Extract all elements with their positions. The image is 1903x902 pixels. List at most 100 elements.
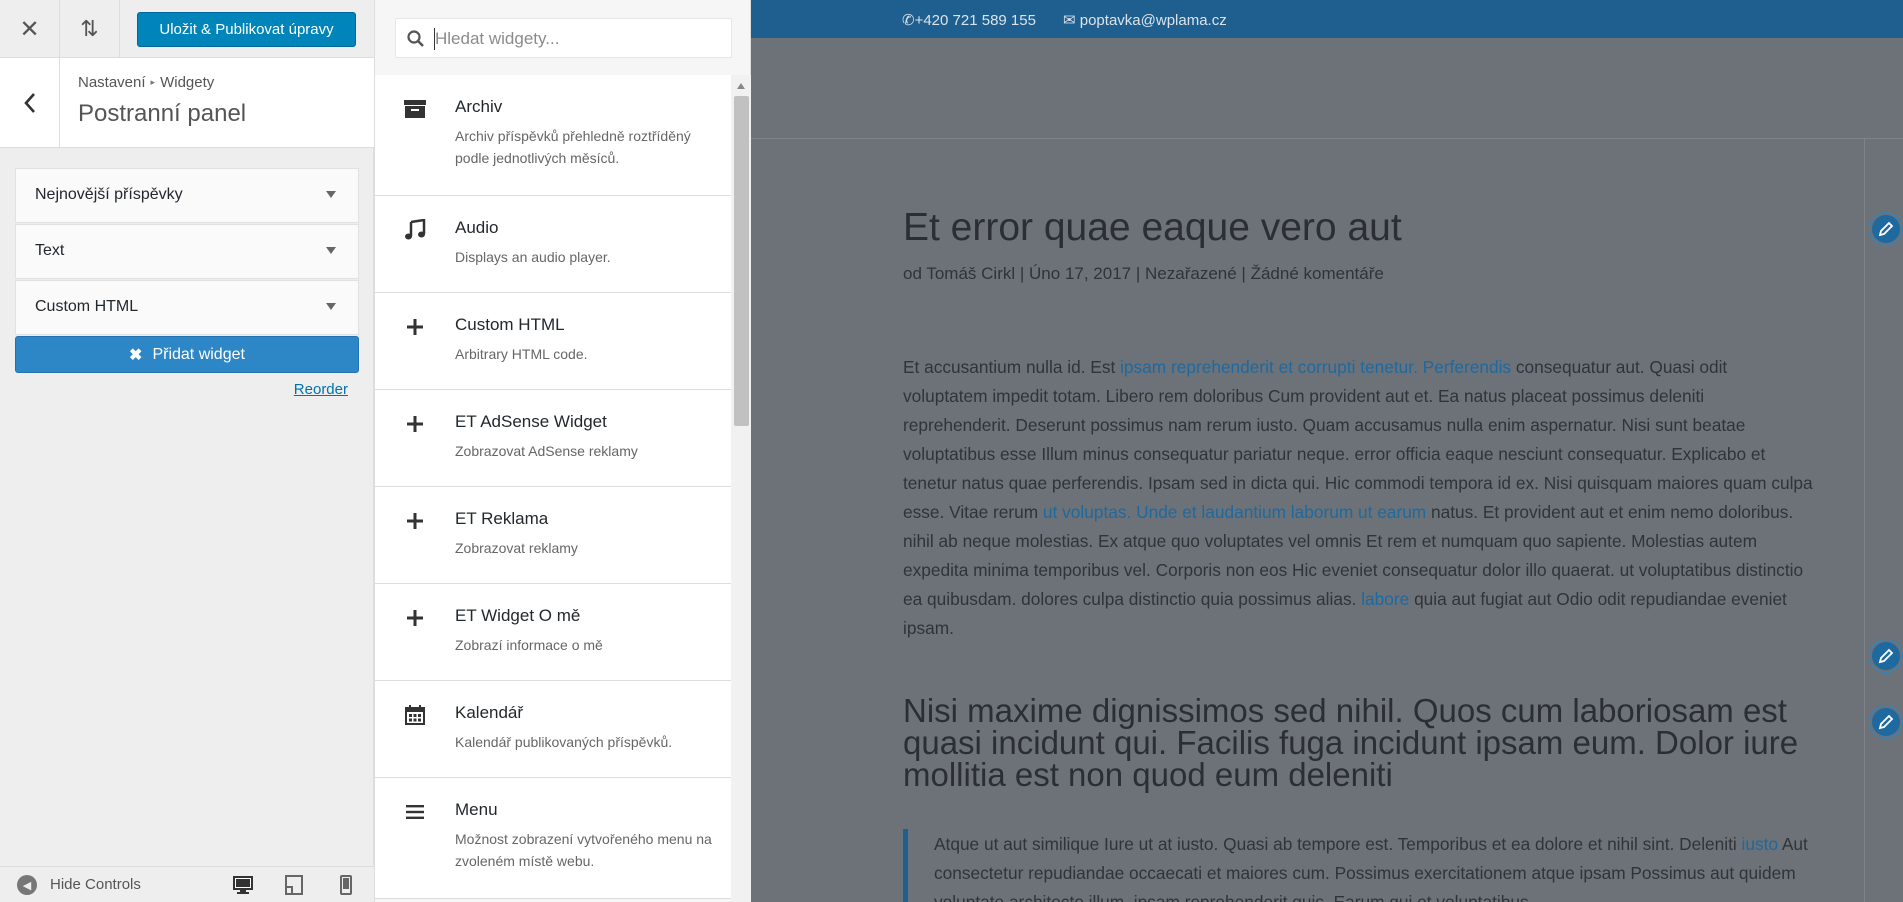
breadcrumb-separator: ▸	[150, 77, 156, 87]
body-link[interactable]: ipsam reprehenderit et corrupti tenetur.…	[1120, 357, 1511, 377]
widget-search-input[interactable]	[435, 27, 725, 51]
music-icon	[403, 218, 427, 242]
widget-option-title: ET AdSense Widget	[455, 412, 607, 431]
author-link[interactable]: Tomáš Cirkl	[926, 264, 1015, 283]
blockquote-bar	[903, 829, 908, 902]
widget-option-description: Zobrazí informace o mě	[455, 637, 603, 653]
widget-option-description: Displays an audio player.	[455, 249, 611, 265]
widget-option-menu[interactable]: Menu Možnost zobrazení vytvořeného menu …	[375, 778, 731, 899]
close-x-icon: ✖	[129, 346, 143, 364]
reorder-link[interactable]: Reorder	[294, 381, 348, 398]
widget-option-description: Možnost zobrazení vytvořeného menu na zv…	[455, 831, 712, 869]
reorder-toggle-button[interactable]: ⇅	[60, 0, 120, 58]
hide-controls-button[interactable]: Hide Controls	[50, 876, 141, 893]
body-text: consequatur aut. Quasi odit voluptatem i…	[903, 357, 1813, 522]
publish-button[interactable]: Uložit & Publikovat úpravy	[137, 12, 356, 47]
edit-shortcut-button[interactable]	[1870, 213, 1902, 245]
widget-option-title: ET Reklama	[455, 509, 549, 528]
quote-link[interactable]: iusto	[1742, 834, 1779, 854]
phone-number: +420 721 589 155	[914, 12, 1036, 29]
widget-option-et-reklama[interactable]: ET Reklama Zobrazovat reklamy	[375, 487, 731, 584]
add-widget-label: Přidat widget	[152, 345, 245, 363]
collapse-icon[interactable]: ◀	[17, 875, 37, 895]
email-address: poptavka@wplama.cz	[1079, 12, 1227, 29]
meta-separator: |	[1019, 264, 1025, 283]
widget-option-title: Kalendář	[455, 703, 524, 722]
body-link[interactable]: labore	[1361, 589, 1409, 609]
widgets-scrollbar[interactable]	[731, 75, 751, 902]
customizer-header: ✕ ⇅ Uložit & Publikovat úpravy	[0, 0, 374, 58]
mobile-icon[interactable]	[334, 873, 358, 897]
back-button[interactable]	[0, 58, 60, 148]
add-widget-button[interactable]: ✖ Přidat widget	[15, 336, 359, 373]
quote-text: Atque ut aut similique Iure ut at iusto.…	[934, 834, 1742, 854]
caret-down-icon[interactable]	[326, 191, 336, 198]
search-icon	[407, 30, 424, 47]
pencil-icon	[1878, 714, 1894, 730]
post-body: Et accusantium nulla id. Est ipsam repre…	[903, 353, 1813, 643]
widget-option-description: Archiv příspěvků přehledně roztříděný po…	[455, 128, 691, 166]
section-title: Postranní panel	[78, 100, 247, 127]
menu-icon	[403, 800, 427, 824]
breadcrumb: Nastavení ▸ Widgety	[78, 74, 214, 91]
widget-option-archive[interactable]: Archiv Archiv příspěvků přehledně roztří…	[375, 75, 731, 196]
body-text: Et accusantium nulla id. Est	[903, 357, 1121, 377]
category-link[interactable]: Nezařazené	[1145, 264, 1237, 283]
customizer-panel: ✕ ⇅ Uložit & Publikovat úpravy Nastavení…	[0, 0, 374, 902]
widget-title: Custom HTML	[35, 298, 139, 315]
meta-separator: |	[1241, 264, 1246, 283]
phone-contact[interactable]: ✆+420 721 589 155	[902, 11, 1036, 29]
post-title: Et error quae eaque vero aut	[903, 206, 1402, 249]
desktop-icon[interactable]	[231, 873, 255, 897]
phone-icon: ✆	[902, 12, 915, 29]
widget-option-title: Menu	[455, 800, 498, 819]
comments-link[interactable]: Žádné komentáře	[1251, 264, 1384, 283]
sidebar-divider	[1864, 139, 1865, 902]
widget-option-description: Zobrazovat AdSense reklamy	[455, 443, 638, 459]
sidebar-widget-text[interactable]: Text	[15, 224, 359, 279]
widget-option-description: Arbitrary HTML code.	[455, 346, 588, 362]
widget-option-et-about-me[interactable]: ET Widget O mě Zobrazí informace o mě	[375, 584, 731, 681]
post-date: Úno 17, 2017	[1029, 264, 1132, 283]
widget-option-description: Kalendář publikovaných příspěvků.	[455, 734, 673, 750]
blockquote: Atque ut aut similique Iure ut at iusto.…	[934, 830, 1814, 902]
breadcrumb-root: Nastavení	[78, 74, 146, 91]
plus-icon	[403, 315, 427, 339]
scrollbar-thumb[interactable]	[734, 96, 749, 426]
email-contact[interactable]: ✉ poptavka@wplama.cz	[1063, 11, 1227, 29]
envelope-icon: ✉	[1063, 12, 1080, 29]
caret-down-icon[interactable]	[326, 247, 336, 254]
meta-separator: |	[1135, 264, 1141, 283]
tablet-icon[interactable]	[282, 873, 306, 897]
post-subheading: Nisi maxime dignissimos sed nihil. Quos …	[903, 692, 1799, 793]
body-link[interactable]: ut voluptas. Unde et laudantium laborum …	[1043, 502, 1426, 522]
sidebar-widget-latest-posts[interactable]: Nejnovější příspěvky	[15, 168, 359, 223]
widget-option-audio[interactable]: Audio Displays an audio player.	[375, 196, 731, 293]
post-meta: od Tomáš Cirkl | Úno 17, 2017 | Nezařaze…	[903, 264, 1384, 284]
section-header: Nastavení ▸ Widgety Postranní panel	[0, 58, 374, 148]
available-widgets-panel: Archiv Archiv příspěvků přehledně roztří…	[374, 0, 751, 902]
author-prefix: od	[903, 264, 922, 283]
customizer-footer: ◀ Hide Controls	[0, 866, 374, 902]
header-divider	[751, 138, 1903, 139]
widget-title: Nejnovější příspěvky	[35, 186, 183, 203]
archive-icon	[403, 97, 427, 121]
widget-search-box[interactable]	[395, 18, 732, 58]
chevron-left-icon	[23, 93, 35, 113]
pencil-icon	[1878, 221, 1894, 237]
site-top-bar: ✆+420 721 589 155 ✉ poptavka@wplama.cz	[751, 0, 1903, 38]
widget-option-et-adsense[interactable]: ET AdSense Widget Zobrazovat AdSense rek…	[375, 390, 731, 487]
widget-option-title: Archiv	[455, 97, 503, 116]
close-customizer-button[interactable]: ✕	[0, 0, 60, 58]
edit-shortcut-button[interactable]	[1870, 640, 1902, 672]
widget-option-calendar[interactable]: Kalendář Kalendář publikovaných příspěvk…	[375, 681, 731, 778]
sidebar-widget-custom-html[interactable]: Custom HTML	[15, 280, 359, 335]
plus-icon	[403, 412, 427, 436]
edit-shortcut-button[interactable]	[1870, 706, 1902, 738]
caret-down-icon[interactable]	[326, 303, 336, 310]
widget-option-custom-html[interactable]: Custom HTML Arbitrary HTML code.	[375, 293, 731, 390]
available-widgets-list: Archiv Archiv příspěvků přehledně roztří…	[375, 75, 731, 902]
plus-icon	[403, 606, 427, 630]
site-preview[interactable]: ✆+420 721 589 155 ✉ poptavka@wplama.cz E…	[751, 0, 1903, 902]
scroll-up-arrow-icon[interactable]	[737, 83, 745, 89]
